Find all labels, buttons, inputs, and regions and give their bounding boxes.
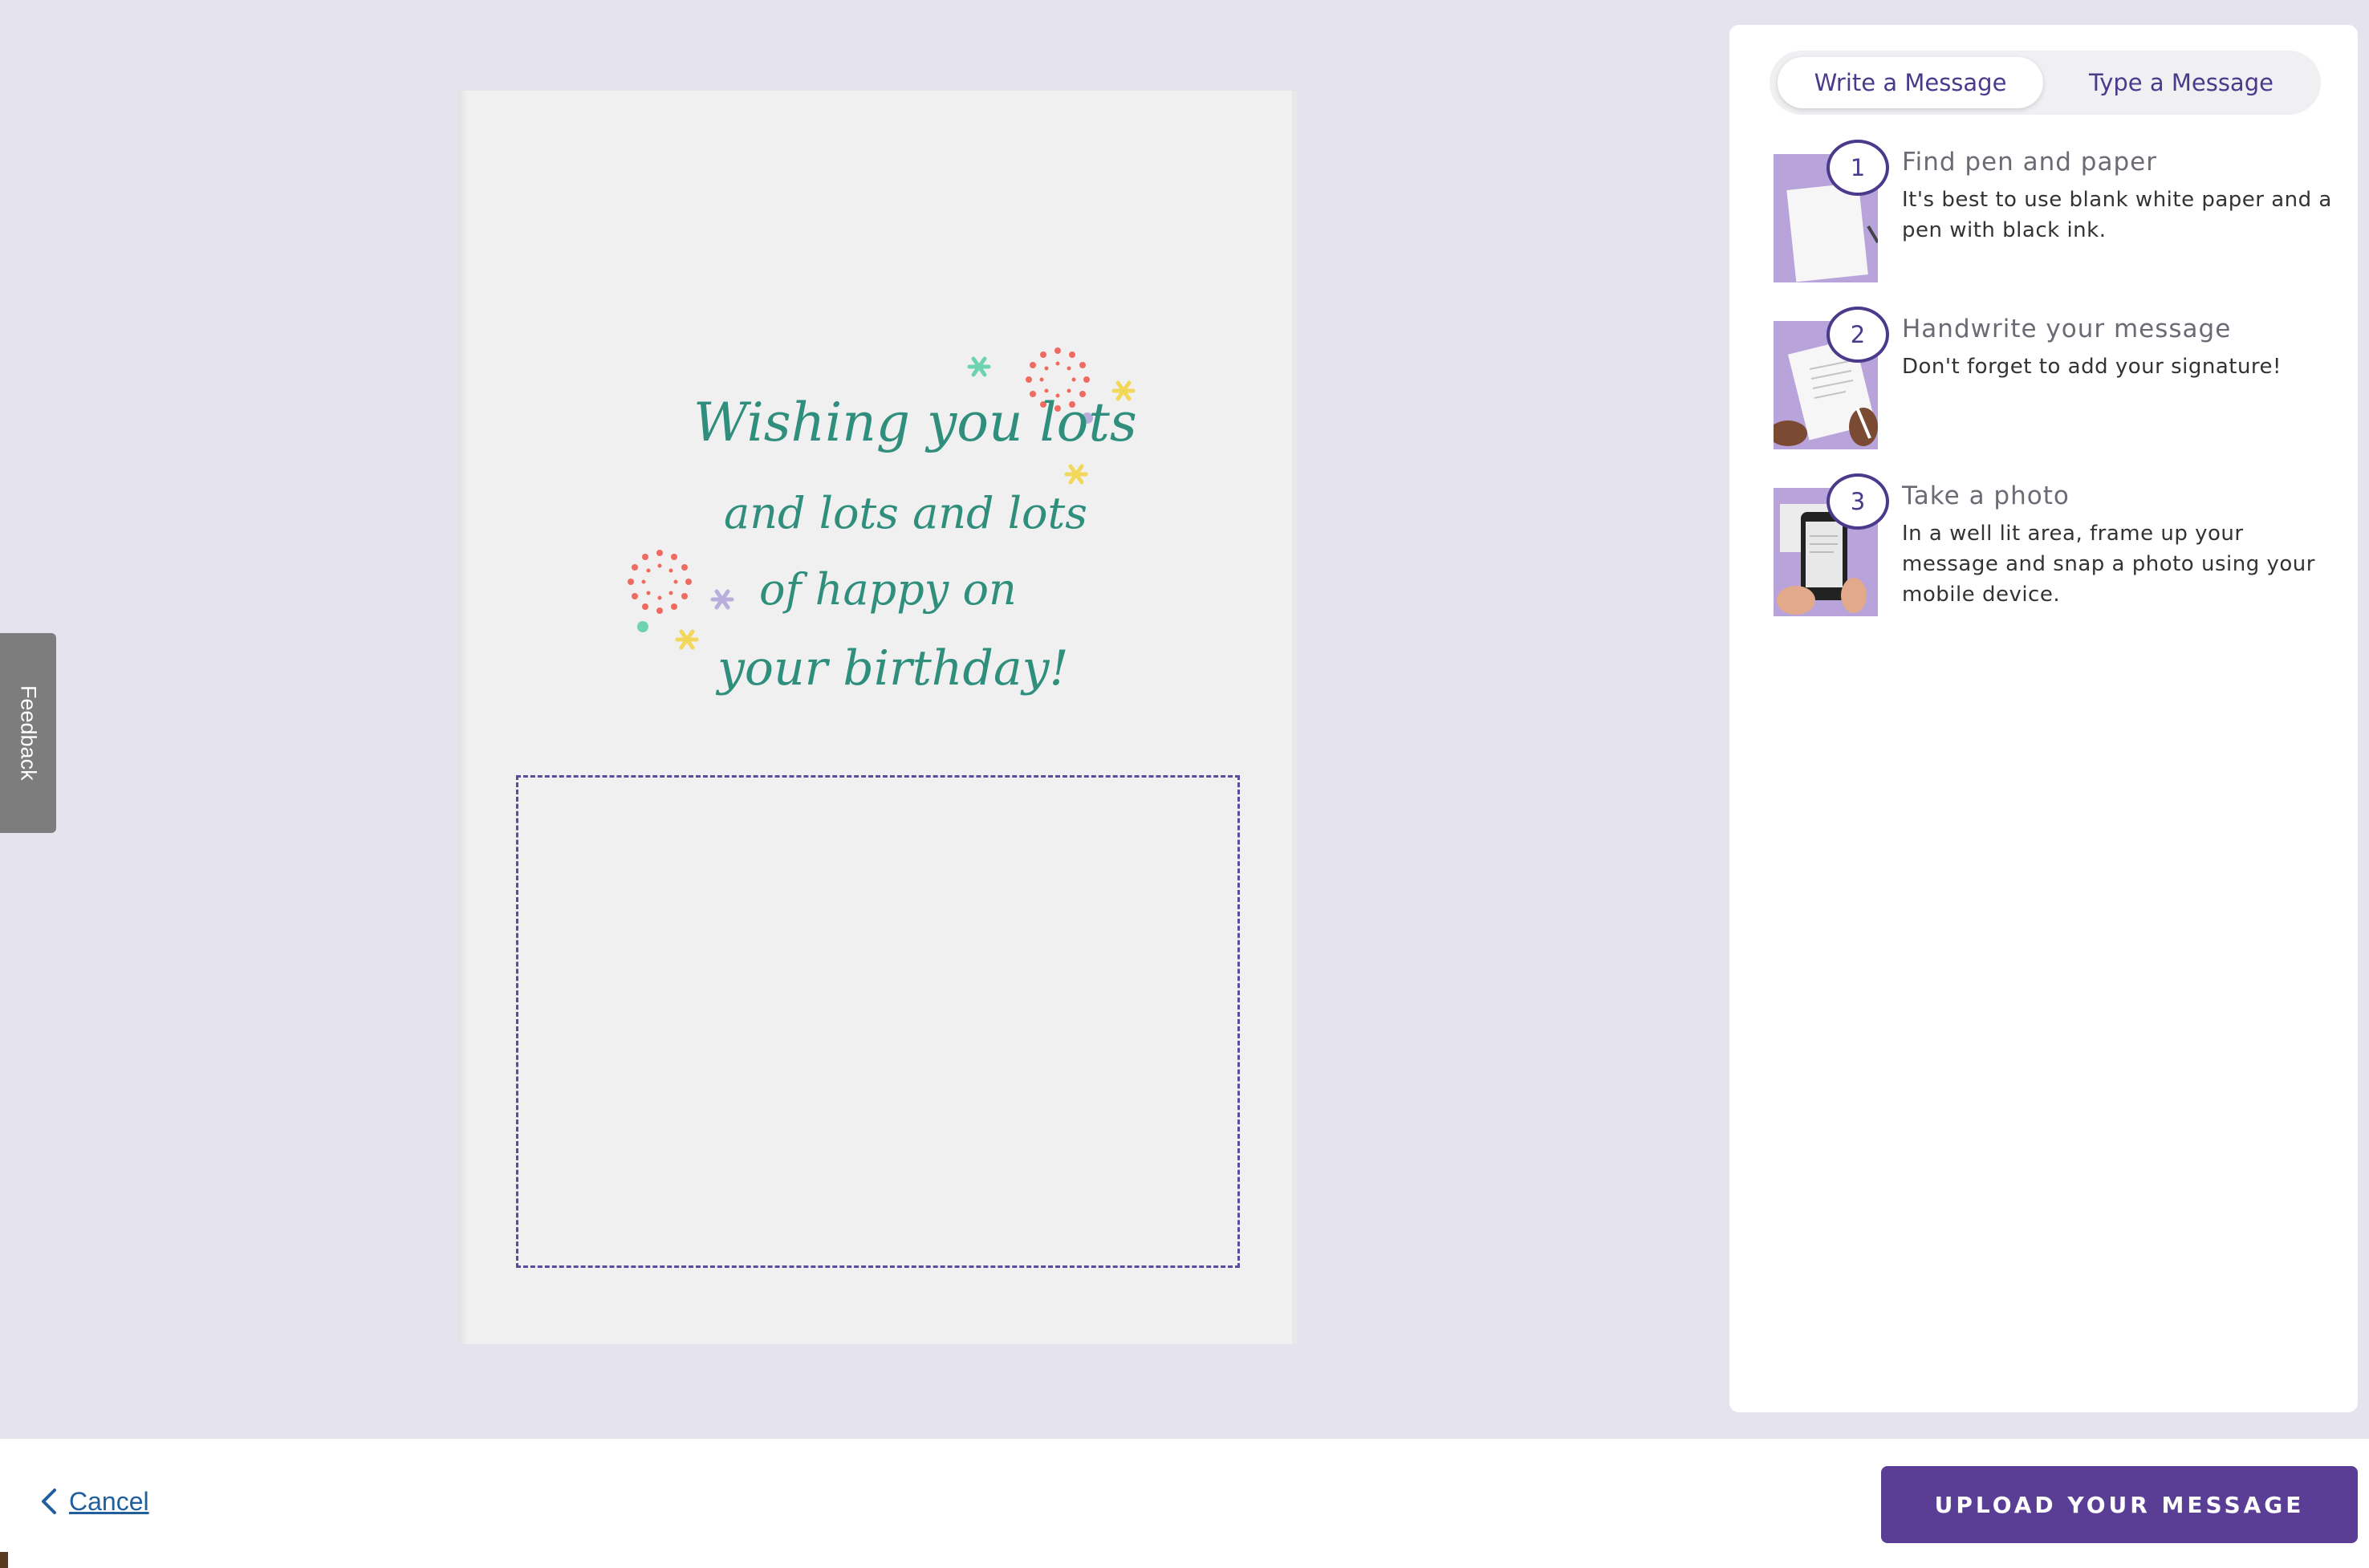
card-line-4: your birthday! xyxy=(717,640,1069,697)
step-title: Find pen and paper xyxy=(1902,148,2157,177)
card-line-2: and lots and lots xyxy=(724,488,1087,538)
step-3: 3 Take a photo In a well lit area, frame… xyxy=(1774,473,2335,616)
chevron-left-icon xyxy=(42,1489,56,1514)
instructions-panel: Write a Message Type a Message 1 Find pe… xyxy=(1729,25,2358,1412)
greeting-card: Wishing you lots and lots and lots of ha… xyxy=(459,91,1297,1344)
step-title: Handwrite your message xyxy=(1902,315,2232,343)
card-line-3: of happy on xyxy=(759,564,1017,615)
step-2: 2 Handwrite your message Don't forget to… xyxy=(1774,307,2335,449)
card-line-1: Wishing you lots xyxy=(693,392,1137,453)
tab-write-message[interactable]: Write a Message xyxy=(1778,57,2043,108)
step-number-badge: 2 xyxy=(1827,307,1889,363)
feedback-tab[interactable]: Feedback xyxy=(0,633,56,833)
step-description: It's best to use blank white paper and a… xyxy=(1902,188,2332,242)
message-drop-zone[interactable] xyxy=(516,775,1240,1268)
message-mode-toggle: Write a Message Type a Message xyxy=(1770,51,2321,115)
feedback-label: Feedback xyxy=(16,685,41,781)
step-1: 1 Find pen and paper It's best to use bl… xyxy=(1774,140,2335,282)
footer-bar: Cancel UPLOAD YOUR MESSAGE xyxy=(0,1439,2369,1568)
cancel-label: Cancel xyxy=(69,1486,149,1516)
step-number-badge: 3 xyxy=(1827,473,1889,530)
step-description: Don't forget to add your signature! xyxy=(1902,355,2282,379)
window-corner xyxy=(0,1552,8,1568)
step-title: Take a photo xyxy=(1902,481,2070,510)
cancel-link[interactable]: Cancel xyxy=(37,1485,149,1517)
step-description: In a well lit area, frame up your messag… xyxy=(1902,522,2315,607)
step-number-badge: 1 xyxy=(1827,140,1889,196)
tab-type-message[interactable]: Type a Message xyxy=(2046,57,2316,108)
upload-message-button[interactable]: UPLOAD YOUR MESSAGE xyxy=(1881,1466,2358,1543)
